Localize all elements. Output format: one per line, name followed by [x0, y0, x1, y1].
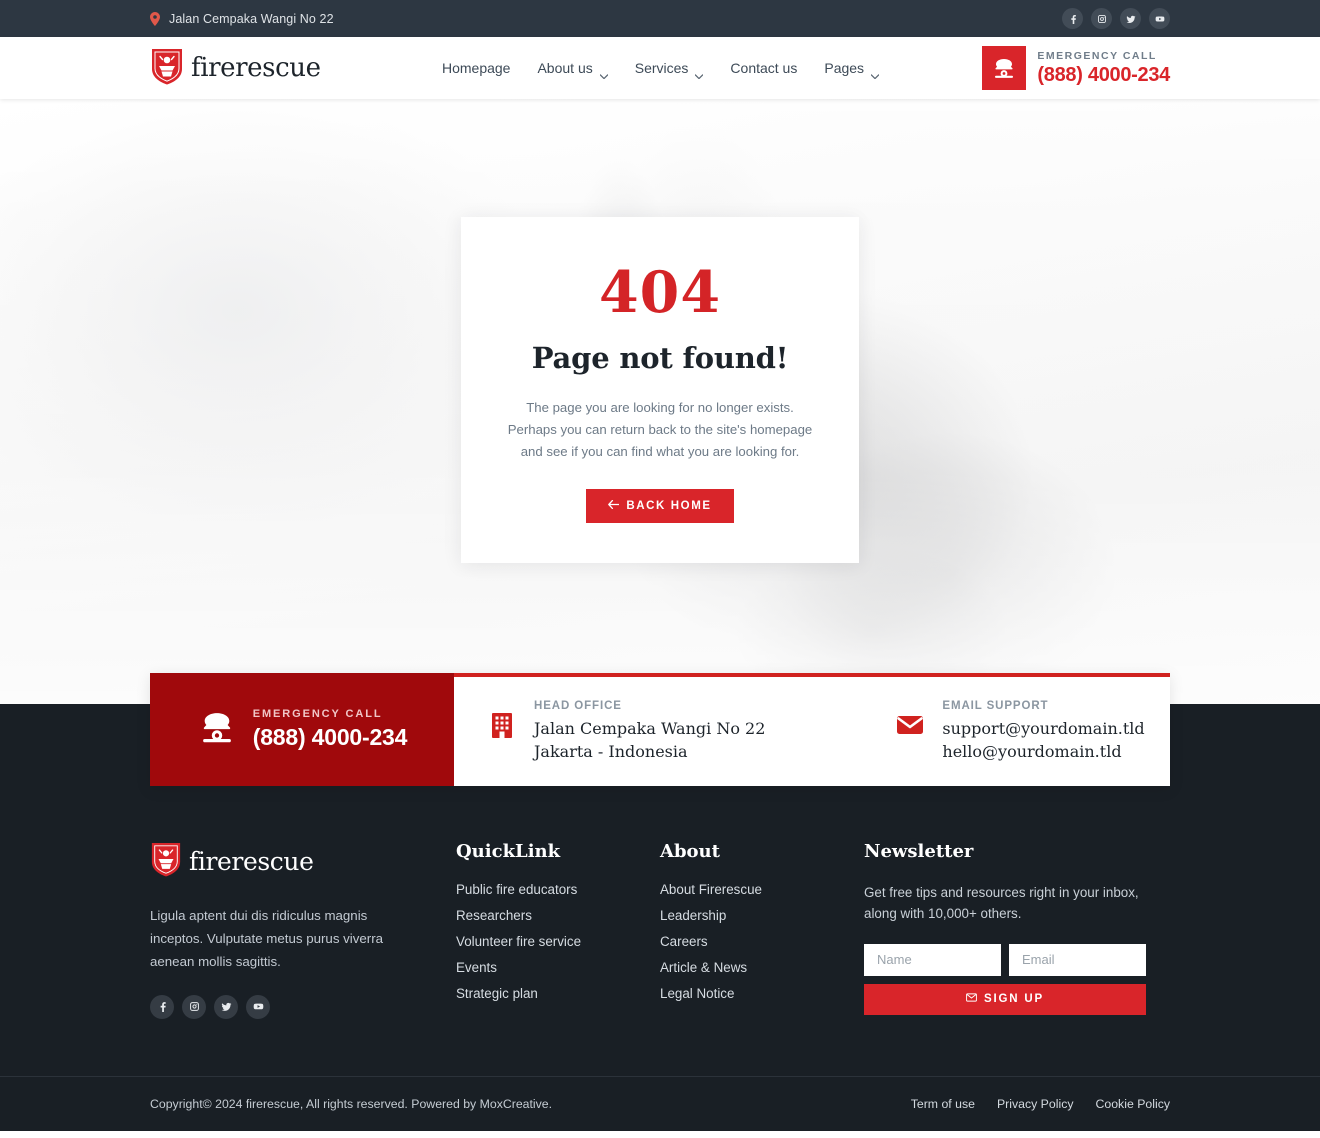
- nav-item-about-us[interactable]: About us: [537, 60, 609, 79]
- signup-label: SIGN UP: [984, 993, 1044, 1006]
- footer-logo-text: firerescue: [189, 847, 314, 876]
- shield-logo-icon: [150, 841, 182, 882]
- footer-social-list: [150, 994, 456, 1019]
- facebook-icon[interactable]: [150, 994, 174, 1019]
- site-logo[interactable]: firerescue: [150, 47, 321, 90]
- about-item[interactable]: Leadership: [660, 908, 864, 923]
- legal-link-term-of-use[interactable]: Term of use: [911, 1097, 975, 1111]
- head-office-label: HEAD OFFICE: [534, 699, 622, 712]
- contact-emergency-block[interactable]: EMERGENCY CALL (888) 4000-234: [150, 673, 454, 786]
- nav-label: Contact us: [730, 60, 798, 76]
- back-home-button[interactable]: BACK HOME: [586, 488, 734, 523]
- quicklink-item[interactable]: Strategic plan: [456, 986, 660, 1001]
- shield-logo-icon: [150, 47, 184, 90]
- error-title: Page not found!: [531, 341, 789, 375]
- back-home-label: BACK HOME: [626, 499, 712, 512]
- arrow-left-icon: [608, 499, 620, 512]
- quicklink-item[interactable]: Public fire educators: [456, 882, 660, 897]
- address-text: Jalan Cempaka Wangi No 22: [169, 11, 334, 26]
- envelope-icon: [966, 993, 977, 1005]
- chevron-down-icon: [694, 66, 704, 79]
- nav-item-contact-us[interactable]: Contact us: [730, 60, 797, 76]
- address-block: Jalan Cempaka Wangi No 22: [150, 11, 334, 26]
- nav-label: About us: [537, 60, 593, 76]
- youtube-icon[interactable]: [246, 994, 270, 1019]
- about-item[interactable]: About Firerescue: [660, 882, 864, 897]
- contact-emergency-number[interactable]: (888) 4000-234: [253, 724, 408, 751]
- chevron-down-icon: [870, 66, 880, 79]
- emergency-number[interactable]: (888) 4000-234: [1037, 64, 1170, 87]
- footer-logo[interactable]: firerescue: [150, 841, 456, 882]
- nav-label: Pages: [824, 60, 865, 76]
- quicklink-item[interactable]: Researchers: [456, 908, 660, 923]
- newsletter-description: Get free tips and resources right in you…: [864, 885, 1139, 922]
- building-icon: [487, 710, 517, 740]
- top-bar: Jalan Cempaka Wangi No 22: [0, 0, 1320, 37]
- email-support-item: EMAIL SUPPORT support@yourdomain.tld hel…: [895, 699, 1145, 763]
- twitter-icon[interactable]: [1120, 8, 1141, 29]
- newsletter-email-input[interactable]: [1009, 943, 1146, 976]
- main-nav: Homepage About us Services Contact us Pa…: [442, 60, 880, 79]
- about-heading: About: [660, 841, 720, 862]
- instagram-icon[interactable]: [182, 994, 206, 1019]
- nav-item-services[interactable]: Services: [634, 60, 704, 79]
- footer-newsletter-column: Newsletter Get free tips and resources r…: [864, 841, 1170, 1019]
- quicklink-heading: QuickLink: [456, 841, 561, 862]
- youtube-icon[interactable]: [1149, 8, 1170, 29]
- hero-section: 404 Page not found! The page you are loo…: [0, 99, 1320, 704]
- newsletter-signup-button[interactable]: SIGN UP: [864, 983, 1146, 1015]
- contact-bar: EMERGENCY CALL (888) 4000-234 HEAD OFFIC…: [150, 673, 1170, 786]
- error-card: 404 Page not found! The page you are loo…: [461, 217, 859, 563]
- emergency-label: EMERGENCY CALL: [1037, 49, 1157, 62]
- chevron-down-icon: [599, 66, 609, 79]
- error-description: The page you are looking for no longer e…: [507, 400, 813, 459]
- legal-link-cookie-policy[interactable]: Cookie Policy: [1096, 1097, 1171, 1111]
- copyright-bar: Copyright© 2024 firerescue, All rights r…: [0, 1076, 1320, 1131]
- footer-about-column: About About Firerescue Leadership Career…: [660, 841, 864, 1019]
- contact-info-block: HEAD OFFICE Jalan Cempaka Wangi No 22 Ja…: [454, 673, 1170, 786]
- nav-item-homepage[interactable]: Homepage: [442, 60, 511, 76]
- nav-label: Services: [634, 60, 689, 76]
- telephone-icon: [197, 707, 237, 752]
- about-item[interactable]: Legal Notice: [660, 986, 864, 1001]
- footer-quicklink-column: QuickLink Public fire educators Research…: [456, 841, 660, 1019]
- contact-emergency-label: EMERGENCY CALL: [252, 708, 383, 720]
- legal-link-privacy-policy[interactable]: Privacy Policy: [997, 1097, 1074, 1111]
- nav-label: Homepage: [441, 60, 511, 76]
- newsletter-form: [864, 943, 1170, 976]
- header-emergency-call[interactable]: EMERGENCY CALL (888) 4000-234: [982, 46, 1170, 90]
- head-office-item: HEAD OFFICE Jalan Cempaka Wangi No 22 Ja…: [487, 700, 765, 763]
- email-support-line2[interactable]: hello@yourdomain.tld: [942, 740, 1144, 763]
- copyright-text: Copyright© 2024 firerescue, All rights r…: [150, 1097, 553, 1111]
- site-header: firerescue Homepage About us Services Co…: [0, 37, 1320, 99]
- error-code: 404: [599, 259, 721, 326]
- email-support-line1[interactable]: support@yourdomain.tld: [942, 717, 1144, 740]
- head-office-line2: Jakarta - Indonesia: [534, 742, 688, 761]
- legal-links: Term of use Privacy Policy Cookie Policy: [911, 1097, 1170, 1111]
- top-social-list: [1062, 8, 1170, 29]
- instagram-icon[interactable]: [1091, 8, 1112, 29]
- nav-item-pages[interactable]: Pages: [824, 60, 880, 79]
- about-item[interactable]: Article & News: [660, 960, 864, 975]
- quicklink-item[interactable]: Volunteer fire service: [456, 934, 660, 949]
- email-support-label: EMAIL SUPPORT: [942, 699, 1049, 712]
- site-footer: EMERGENCY CALL (888) 4000-234 HEAD OFFIC…: [0, 673, 1320, 1131]
- newsletter-name-input[interactable]: [864, 943, 1001, 976]
- about-item[interactable]: Careers: [660, 934, 864, 949]
- twitter-icon[interactable]: [214, 994, 238, 1019]
- footer-brand-column: firerescue Ligula aptent dui dis ridicul…: [150, 841, 456, 1019]
- newsletter-heading: Newsletter: [864, 841, 974, 862]
- footer-description: Ligula aptent dui dis ridiculus magnis i…: [150, 908, 384, 969]
- location-pin-icon: [150, 11, 160, 26]
- page-root: Jalan Cempaka Wangi No 22 firerescue Hom…: [0, 0, 1320, 1138]
- logo-text: firerescue: [191, 53, 321, 83]
- facebook-icon[interactable]: [1062, 8, 1083, 29]
- quicklink-item[interactable]: Events: [456, 960, 660, 975]
- envelope-icon: [895, 710, 925, 740]
- head-office-line1: Jalan Cempaka Wangi No 22: [534, 718, 766, 738]
- telephone-icon: [982, 46, 1027, 90]
